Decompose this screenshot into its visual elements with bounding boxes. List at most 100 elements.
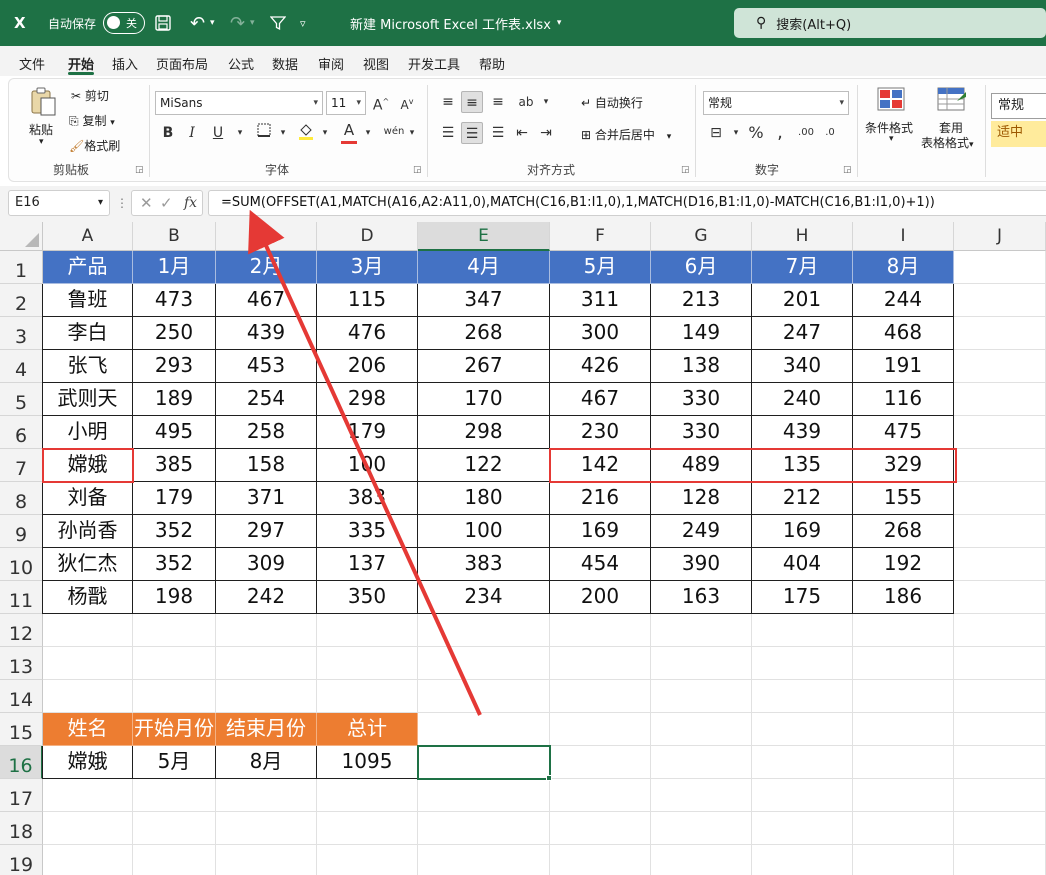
number-launcher-icon[interactable]: ◲ — [843, 165, 852, 175]
value-cell[interactable]: 335 — [317, 515, 418, 548]
value-cell[interactable]: 473 — [133, 284, 216, 317]
value-cell[interactable]: 149 — [651, 317, 752, 350]
name-box[interactable]: E16 ▾ — [8, 190, 110, 216]
value-cell[interactable]: 350 — [317, 581, 418, 614]
row-header-10[interactable]: 10 — [0, 548, 43, 581]
value-cell[interactable]: 169 — [752, 515, 853, 548]
tab-formulas[interactable]: 公式 — [228, 54, 254, 73]
row-header-6[interactable]: 6 — [0, 416, 43, 449]
font-size-combo[interactable]: 11 ▾ — [326, 91, 366, 115]
row-header-15[interactable]: 15 — [0, 713, 43, 746]
value-cell[interactable]: 454 — [550, 548, 651, 581]
product-name-cell[interactable]: 鲁班 — [43, 284, 133, 317]
increase-decimal-icon[interactable]: .00 — [795, 122, 817, 144]
tab-view[interactable]: 视图 — [363, 54, 389, 73]
value-cell[interactable]: 404 — [752, 548, 853, 581]
value-cell[interactable]: 311 — [550, 284, 651, 317]
redo-icon[interactable]: ↷ — [230, 0, 245, 46]
clipboard-launcher-icon[interactable]: ◲ — [135, 165, 144, 175]
tab-help[interactable]: 帮助 — [479, 54, 505, 73]
cancel-icon[interactable]: ✕ — [140, 194, 153, 212]
value-cell[interactable]: 128 — [651, 482, 752, 515]
column-header-d[interactable]: D — [317, 222, 418, 251]
decrease-font-icon[interactable]: Av — [396, 91, 418, 113]
value-cell[interactable]: 247 — [752, 317, 853, 350]
style-medium[interactable]: 适中 — [991, 121, 1046, 147]
product-name-cell[interactable]: 杨戬 — [43, 581, 133, 614]
value-cell[interactable]: 155 — [853, 482, 954, 515]
column-header-e[interactable]: E — [418, 222, 550, 251]
value-cell[interactable]: 495 — [133, 416, 216, 449]
select-all-button[interactable] — [0, 222, 43, 251]
font-launcher-icon[interactable]: ◲ — [413, 165, 422, 175]
copy-button[interactable]: ⎘ 复制 ▾ — [69, 112, 115, 129]
lookup-header-cell[interactable]: 总计 — [317, 713, 418, 746]
value-cell[interactable]: 467 — [216, 284, 317, 317]
formula-input[interactable]: =SUM(OFFSET(A1,MATCH(A16,A2:A11,0),MATCH… — [208, 190, 1046, 216]
value-cell[interactable]: 100 — [317, 449, 418, 482]
number-format-combo[interactable]: 常规 ▾ — [703, 91, 849, 115]
value-cell[interactable]: 249 — [651, 515, 752, 548]
table-header-cell[interactable]: 8月 — [853, 251, 954, 284]
value-cell[interactable]: 453 — [216, 350, 317, 383]
value-cell[interactable]: 390 — [651, 548, 752, 581]
column-header-g[interactable]: G — [651, 222, 752, 251]
value-cell[interactable]: 298 — [418, 416, 550, 449]
value-cell[interactable]: 297 — [216, 515, 317, 548]
value-cell[interactable]: 250 — [133, 317, 216, 350]
align-left-icon[interactable]: ☰ — [437, 122, 459, 144]
value-cell[interactable]: 234 — [418, 581, 550, 614]
tab-page-layout[interactable]: 页面布局 — [156, 54, 208, 73]
value-cell[interactable]: 122 — [418, 449, 550, 482]
underline-dropdown-icon[interactable]: ▾ — [229, 122, 251, 144]
value-cell[interactable]: 179 — [133, 482, 216, 515]
column-header-c[interactable]: C — [216, 222, 317, 251]
value-cell[interactable]: 468 — [853, 317, 954, 350]
product-name-cell[interactable]: 孙尚香 — [43, 515, 133, 548]
value-cell[interactable]: 158 — [216, 449, 317, 482]
value-cell[interactable]: 347 — [418, 284, 550, 317]
row-header-9[interactable]: 9 — [0, 515, 43, 548]
total-cell[interactable]: 1095 — [317, 746, 418, 779]
comma-style-icon[interactable]: , — [769, 122, 791, 144]
table-format-icon[interactable] — [937, 87, 967, 116]
increase-font-icon[interactable]: A^ — [370, 91, 392, 114]
value-cell[interactable]: 426 — [550, 350, 651, 383]
product-name-cell[interactable]: 张飞 — [43, 350, 133, 383]
value-cell[interactable]: 300 — [550, 317, 651, 350]
row-header-7[interactable]: 7 — [0, 449, 43, 482]
enter-icon[interactable]: ✓ — [160, 194, 173, 212]
value-cell[interactable]: 115 — [317, 284, 418, 317]
value-cell[interactable]: 352 — [133, 515, 216, 548]
autosave-toggle[interactable]: 关 — [103, 12, 145, 34]
search-box[interactable]: ⚲ 搜索(Alt+Q) — [734, 8, 1046, 38]
value-cell[interactable]: 216 — [550, 482, 651, 515]
value-cell[interactable]: 371 — [216, 482, 317, 515]
value-cell[interactable]: 240 — [752, 383, 853, 416]
accounting-dropdown-icon[interactable]: ▾ — [725, 122, 747, 144]
value-cell[interactable]: 191 — [853, 350, 954, 383]
lookup-value-cell[interactable]: 嫦娥 — [43, 746, 133, 779]
lookup-header-cell[interactable]: 开始月份 — [133, 713, 216, 746]
value-cell[interactable]: 180 — [418, 482, 550, 515]
wrap-text-button[interactable]: ↵ 自动换行 — [581, 94, 643, 111]
value-cell[interactable]: 293 — [133, 350, 216, 383]
product-name-cell[interactable]: 狄仁杰 — [43, 548, 133, 581]
value-cell[interactable]: 476 — [317, 317, 418, 350]
tab-file[interactable]: 文件 — [19, 54, 45, 73]
merge-center-button[interactable]: ⊞ 合并后居中 ▾ — [581, 126, 671, 143]
value-cell[interactable]: 206 — [317, 350, 418, 383]
value-cell[interactable]: 383 — [317, 482, 418, 515]
align-top-icon[interactable]: ≡ — [437, 91, 459, 113]
product-name-cell[interactable]: 刘备 — [43, 482, 133, 515]
value-cell[interactable]: 385 — [133, 449, 216, 482]
row-header-3[interactable]: 3 — [0, 317, 43, 350]
style-normal[interactable]: 常规 — [991, 93, 1046, 119]
orientation-icon[interactable]: ab — [515, 91, 537, 113]
format-painter-button[interactable]: 🖌格式刷 — [69, 137, 120, 154]
value-cell[interactable]: 186 — [853, 581, 954, 614]
underline-button[interactable]: U — [207, 122, 229, 144]
value-cell[interactable]: 175 — [752, 581, 853, 614]
row-header-12[interactable]: 12 — [0, 614, 43, 647]
fill-color-dropdown-icon[interactable]: ▾ — [314, 122, 336, 144]
